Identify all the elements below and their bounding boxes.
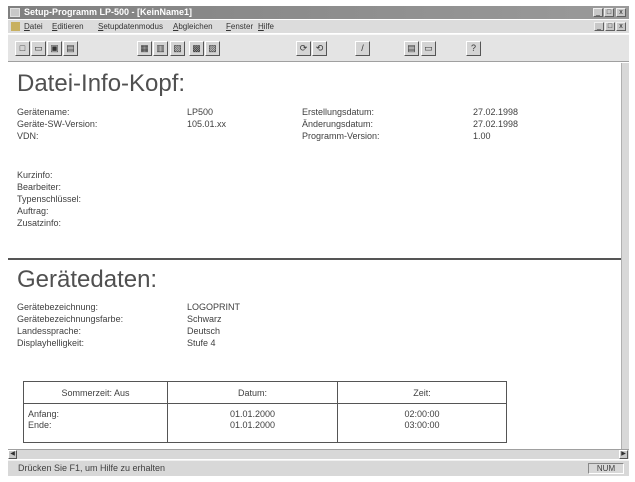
vertical-scrollbar[interactable] [621,63,629,449]
device-label: Displayhelligkeit: [17,338,85,348]
document-icon [11,22,20,31]
minimize-button[interactable]: _ [593,8,603,17]
arrow-icon[interactable]: ⟳ [296,41,311,56]
page-icon[interactable]: ▩ [189,41,204,56]
horizontal-scrollbar[interactable]: ◀ ▶ [8,449,629,459]
device-value: Schwarz [187,314,222,324]
table-cell-time: 03:00:00 [404,420,440,430]
info-label: Programm-Version: [302,131,380,141]
info-label: Gerätename: [17,107,70,117]
info-label: Geräte-SW-Version: [17,119,98,129]
table-row-label: Ende: [28,420,52,430]
status-text: Drücken Sie F1, um Hilfe zu erhalten [18,463,166,473]
help-icon[interactable]: ? [466,41,481,56]
section-divider [8,258,621,260]
save-icon[interactable]: ▣ [47,41,62,56]
menu-setupdatenmodus[interactable]: Setupdatenmodus [98,20,163,33]
info-extra-label: Bearbeiter: [17,182,62,192]
num-lock-indicator: NUM [588,463,624,474]
doc-close-button[interactable]: x [616,22,626,31]
table-row-label: Anfang: [28,409,60,419]
arrow-icon[interactable]: ⟲ [312,41,327,56]
table-cell-date: 01.01.2000 [229,409,276,419]
device-heading: Gerätedaten: [17,266,158,293]
device-label: Landessprache: [17,326,82,336]
scroll-right-icon[interactable]: ▶ [619,450,628,459]
page-icon[interactable]: ▨ [205,41,220,56]
device-value: LOGOPRINT [187,302,241,312]
table-cell-time: 02:00:00 [404,409,440,419]
info-extra-label: Typenschlüssel: [17,194,82,204]
open-icon[interactable]: ▭ [31,41,46,56]
status-bar: Drücken Sie F1, um Hilfe zu erhalten NUM [8,460,629,476]
table-cell-date: 01.01.2000 [229,420,276,430]
window-title: Setup-Programm LP-500 - [KeinName1] [24,7,193,17]
menu-hilfe[interactable]: Hilfe [258,20,274,33]
dst-table: Sommerzeit: Aus Datum: Zeit: Anfang: 01.… [23,381,507,443]
info-label: Erstellungsdatum: [302,107,375,117]
page-icon[interactable]: ▧ [170,41,185,56]
table-header: Datum: [237,388,267,398]
info-value: 27.02.1998 [473,119,519,129]
table-header: Zeit: [413,388,431,398]
info-extra-label: Auftrag: [17,206,49,216]
info-value: LP500 [187,107,214,117]
info-value: 105.01.xx [187,119,227,129]
print-icon[interactable]: ▤ [63,41,78,56]
screen-icon[interactable]: ▭ [421,41,436,56]
info-extra-label: Zusatzinfo: [17,218,62,228]
menu-fenster[interactable]: Fenster [226,20,253,33]
table-header: Sommerzeit: Aus [61,388,130,398]
screen-icon[interactable]: ▤ [404,41,419,56]
info-label: Änderungsdatum: [302,119,374,129]
info-label: VDN: [17,131,39,141]
new-file-icon[interactable]: □ [15,41,30,56]
device-value: Deutsch [187,326,221,336]
menu-abgleichen[interactable]: Abgleichen [173,20,213,33]
menu-datei[interactable]: Datei [24,20,43,33]
device-label: Gerätebezeichnung: [17,302,99,312]
menu-editieren[interactable]: Editieren [52,20,84,33]
menu-bar: Datei Editieren Setupdatenmodus Abgleich… [8,20,629,33]
title-bar: Setup-Programm LP-500 - [KeinName1] _ □ … [8,6,629,19]
page-icon[interactable]: ▦ [137,41,152,56]
app-icon [10,8,20,17]
device-label: Gerätebezeichnungsfarbe: [17,314,124,324]
toolbar: □ ▭ ▣ ▤ ▦ ▥ ▧ ▩ ▨ ⟳ ⟲ / ▤ ▭ ? [8,34,629,62]
table-header-divider [24,403,506,404]
doc-minimize-button[interactable]: _ [594,22,604,31]
info-heading: Datei-Info-Kopf: [17,70,186,97]
page-icon[interactable]: ▥ [153,41,168,56]
scroll-left-icon[interactable]: ◀ [8,450,17,459]
device-value: Stufe 4 [187,338,216,348]
info-extra-label: Kurzinfo: [17,170,53,180]
maximize-button[interactable]: □ [604,8,614,17]
info-value: 27.02.1998 [473,107,519,117]
doc-restore-button[interactable]: □ [605,22,615,31]
pen-icon[interactable]: / [355,41,370,56]
close-button[interactable]: x [616,8,626,17]
info-value: 1.00 [473,131,491,141]
